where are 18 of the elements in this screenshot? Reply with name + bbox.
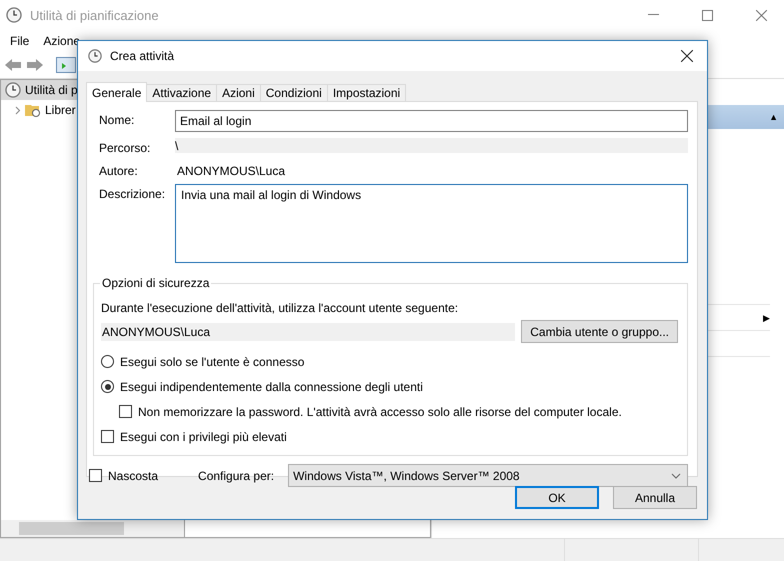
- field-label: Descrizione:: [99, 186, 166, 201]
- path-field: \: [175, 138, 688, 153]
- window-title: Utilità di pianificazione: [30, 8, 160, 22]
- configure-label: Configura per:: [198, 468, 274, 482]
- field-label: Autore:: [99, 163, 139, 178]
- field-label: Nome:: [99, 112, 136, 127]
- submenu-arrow: ▶: [763, 312, 770, 322]
- author-text: ANONYMOUS\Luca: [176, 163, 286, 178]
- dialog-title: Crea attività: [110, 49, 176, 63]
- field-label: Percorso:: [99, 140, 152, 155]
- option-label: Esegui con i privilegi più elevati: [120, 430, 287, 444]
- group-title: Opzioni di sicurezza: [100, 276, 212, 290]
- hidden-label: Nascosta: [108, 468, 158, 482]
- account-field: ANONYMOUS\Luca: [101, 322, 516, 340]
- option-label: Non memorizzare la password. L'attività avrà accesso solo alle risorse del computer locale.: [138, 404, 622, 418]
- option-label: Esegui solo se l'utente è connesso: [120, 354, 304, 368]
- account-prompt: Durante l'esecuzione dell'attività, utilizza l'account utente seguente:: [101, 301, 460, 315]
- option-label: Esegui indipendentemente dalla connessione degli utenti: [120, 380, 423, 394]
